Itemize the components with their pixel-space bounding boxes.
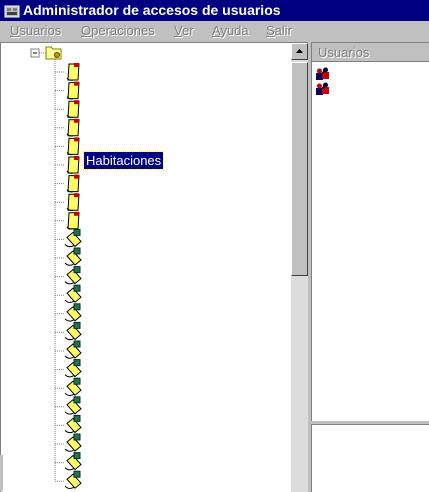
document-icon xyxy=(66,63,80,81)
key-document-icon xyxy=(64,321,82,341)
key-document-icon xyxy=(64,452,82,471)
tree-root[interactable] xyxy=(30,46,62,60)
app-icon xyxy=(4,5,20,18)
tree-item[interactable] xyxy=(55,396,82,415)
menu-salir[interactable]: Salir xyxy=(266,23,292,38)
details-panel xyxy=(311,424,429,492)
tree-item[interactable] xyxy=(55,193,80,211)
menu-operaciones[interactable]: Operaciones xyxy=(81,23,155,38)
tree-item[interactable] xyxy=(55,81,80,100)
tree-canvas xyxy=(30,46,82,489)
document-icon xyxy=(66,193,80,211)
tree-item[interactable] xyxy=(55,137,80,156)
window-edge xyxy=(0,455,3,491)
tree-item-selected-label[interactable]: Habitaciones xyxy=(82,151,165,170)
user-icon[interactable] xyxy=(314,82,330,96)
key-document-icon xyxy=(64,359,82,378)
tree-item[interactable] xyxy=(55,211,80,230)
tree-item[interactable] xyxy=(55,174,80,193)
user-icon[interactable] xyxy=(314,67,330,81)
tree-item[interactable] xyxy=(55,340,82,359)
tree-item[interactable] xyxy=(55,247,82,266)
tree-item[interactable] xyxy=(55,284,82,303)
document-icon xyxy=(66,156,80,174)
key-document-icon xyxy=(64,414,82,434)
vertical-scrollbar[interactable] xyxy=(291,43,308,492)
tree-item[interactable] xyxy=(55,303,82,322)
title-bar[interactable]: Administrador de accesos de usuarios xyxy=(0,0,429,21)
key-document-icon xyxy=(64,247,82,266)
document-icon xyxy=(66,211,80,230)
key-document-icon xyxy=(64,470,82,489)
tree-item[interactable] xyxy=(55,414,82,434)
document-icon xyxy=(66,81,80,100)
tree-item[interactable] xyxy=(55,321,82,341)
users-list[interactable]: Usuarios xyxy=(311,42,429,421)
arrow-up-icon xyxy=(296,49,303,53)
key-document-icon xyxy=(64,340,82,359)
tree-item[interactable] xyxy=(55,452,82,471)
menu-ver[interactable]: Ver xyxy=(174,23,194,38)
document-icon xyxy=(66,100,80,118)
tree-view[interactable]: Habitaciones xyxy=(0,42,308,492)
scroll-up-button[interactable] xyxy=(291,43,308,60)
folder-icon xyxy=(45,46,62,60)
tree-item[interactable] xyxy=(55,156,80,174)
users-column-header[interactable]: Usuarios xyxy=(312,43,429,62)
document-icon xyxy=(66,118,80,137)
window-title: Administrador de accesos de usuarios xyxy=(23,2,281,18)
users-header-label: Usuarios xyxy=(318,45,370,60)
tree-item[interactable] xyxy=(55,470,82,489)
document-icon xyxy=(66,137,80,156)
tree-item[interactable] xyxy=(55,433,82,452)
tree-item[interactable] xyxy=(55,63,80,81)
key-document-icon xyxy=(64,396,82,415)
key-document-icon xyxy=(64,303,82,322)
key-document-icon xyxy=(64,377,82,396)
key-document-icon xyxy=(64,284,82,303)
menu-usuarios[interactable]: Usuarios xyxy=(10,23,61,38)
tree-item[interactable] xyxy=(55,359,82,378)
tree-item[interactable] xyxy=(55,377,82,396)
tree-item[interactable] xyxy=(55,100,80,118)
document-icon xyxy=(66,174,80,193)
tree-item[interactable] xyxy=(55,118,80,137)
key-document-icon xyxy=(64,433,82,452)
key-document-icon xyxy=(64,228,82,248)
tree-item[interactable] xyxy=(55,228,82,248)
scroll-thumb[interactable] xyxy=(291,62,308,276)
menu-bar: Usuarios Operaciones Ver Ayuda Salir xyxy=(0,21,429,41)
tree-item[interactable] xyxy=(55,266,82,285)
menu-ayuda[interactable]: Ayuda xyxy=(212,23,249,38)
key-document-icon xyxy=(64,266,82,285)
